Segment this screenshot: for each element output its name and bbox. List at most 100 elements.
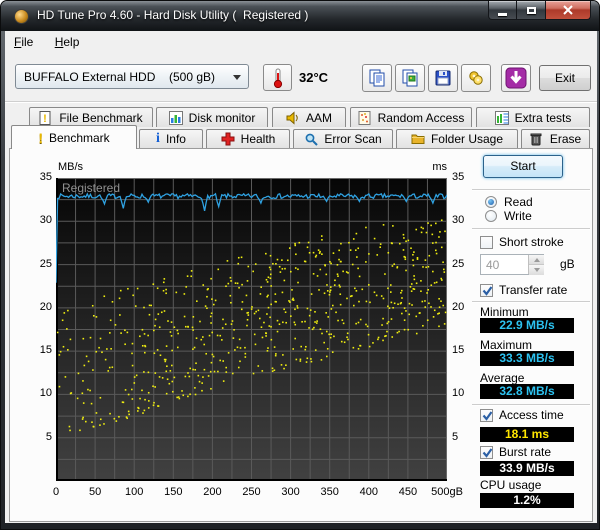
tab-label: Health	[241, 132, 276, 146]
save-button[interactable]	[428, 64, 458, 92]
y-tick-label: 30	[12, 214, 52, 226]
capacity-unit: gB	[560, 257, 575, 271]
toolbar-separator	[5, 101, 597, 103]
check-icon	[481, 409, 494, 422]
separator	[472, 301, 590, 303]
x-tick-label: 400	[347, 486, 391, 498]
read-label: Read	[504, 195, 533, 209]
copy-text-button[interactable]	[362, 64, 392, 92]
access-time-checkbox[interactable]	[480, 409, 493, 422]
tab-file-benchmark[interactable]: ! File Benchmark	[29, 107, 153, 127]
tab-benchmark[interactable]: ! Benchmark	[11, 125, 137, 149]
y-tick-label: 5	[12, 431, 52, 443]
x-tick-label: 300	[269, 486, 313, 498]
separator	[472, 228, 590, 230]
y-tick-label: 35	[12, 171, 52, 183]
y-tick-label: 10	[12, 387, 52, 399]
window-title: HD Tune Pro 4.60 - Hard Disk Utility ( R…	[37, 8, 308, 22]
access-time-value: 18.1 ms	[480, 427, 574, 442]
tab-erase[interactable]: Erase	[521, 129, 590, 148]
check-icon	[481, 284, 494, 297]
maximum-value: 33.3 MB/s	[480, 351, 574, 366]
y-right-axis-title: ms	[407, 161, 447, 173]
tab-label: Info	[166, 132, 186, 146]
menu-file[interactable]: File	[5, 31, 42, 53]
exit-button[interactable]: Exit	[539, 65, 591, 91]
tab-extra-tests[interactable]: Extra tests	[476, 107, 590, 127]
close-icon	[563, 5, 573, 15]
x-tick-label: 200	[190, 486, 234, 498]
benchmark-icon: !	[38, 131, 43, 145]
trash-icon	[530, 132, 544, 146]
menu-help[interactable]: Help	[46, 31, 89, 53]
tab-folder-usage[interactable]: Folder Usage	[396, 129, 518, 148]
x-tick-label: 500gB	[425, 486, 469, 498]
tab-health[interactable]: Health	[206, 129, 290, 148]
menu-bar: File Help	[5, 31, 597, 55]
access-time-label: Access time	[499, 408, 564, 422]
average-value: 32.8 MB/s	[480, 384, 574, 399]
benchmark-page: MB/s ms Registered 5101520253035 5101520…	[9, 148, 593, 522]
spin-down-icon[interactable]	[529, 265, 544, 275]
chevron-down-icon	[233, 75, 241, 80]
tab-label: Disk monitor	[189, 111, 256, 125]
benchmark-chart	[56, 178, 447, 481]
temperature-button[interactable]	[263, 64, 292, 91]
close-button[interactable]	[546, 1, 591, 20]
tab-label: Erase	[550, 132, 581, 146]
thermometer-icon	[272, 68, 284, 88]
transfer-rate-checkbox[interactable]	[480, 284, 493, 297]
tab-aam[interactable]: AAM	[272, 107, 346, 127]
maximize-icon	[527, 7, 536, 14]
tab-info[interactable]: i Info	[139, 129, 203, 148]
y-tick-label: 20	[12, 301, 52, 313]
read-radio[interactable]	[485, 196, 497, 208]
burst-rate-checkbox[interactable]	[480, 446, 493, 459]
cpu-usage-label: CPU usage	[480, 478, 541, 492]
tab-disk-monitor[interactable]: Disk monitor	[156, 107, 268, 127]
download-icon	[505, 67, 527, 89]
tab-label: Error Scan	[324, 132, 381, 146]
app-icon	[14, 9, 29, 24]
short-stroke-checkbox[interactable]	[480, 236, 493, 249]
drive-selector[interactable]: BUFFALO External HDD (500 gB)	[15, 64, 249, 89]
save-icon	[434, 69, 452, 87]
tab-error-scan[interactable]: Error Scan	[293, 129, 393, 148]
extra-tests-icon	[495, 111, 509, 125]
burst-rate-label: Burst rate	[499, 445, 551, 459]
tab-label: AAM	[306, 111, 332, 125]
y-tick-label: 15	[12, 344, 52, 356]
svg-text:!: !	[43, 113, 47, 125]
magnifier-icon	[304, 132, 318, 146]
start-button[interactable]: Start	[483, 155, 563, 178]
info-icon: i	[156, 132, 160, 146]
x-tick-label: 350	[308, 486, 352, 498]
title-bar[interactable]: HD Tune Pro 4.60 - Hard Disk Utility ( R…	[1, 1, 599, 31]
minimum-value: 22.9 MB/s	[480, 318, 574, 333]
tab-label: Extra tests	[515, 111, 572, 125]
x-tick-label: 0	[34, 486, 78, 498]
disk-monitor-icon	[169, 111, 183, 125]
capacity-spinner[interactable]: 40	[480, 254, 544, 275]
tab-random-access[interactable]: Random Access	[350, 107, 472, 127]
tab-label: Random Access	[378, 111, 465, 125]
separator	[472, 189, 590, 191]
spin-up-icon[interactable]	[529, 255, 544, 265]
write-radio[interactable]	[485, 210, 497, 222]
temperature-value: 32°C	[299, 70, 328, 85]
random-access-icon	[358, 111, 372, 125]
short-stroke-label: Short stroke	[499, 235, 564, 249]
y-left-axis-title: MB/s	[58, 161, 83, 173]
download-button[interactable]	[501, 64, 531, 92]
options-button[interactable]	[461, 64, 491, 92]
cpu-usage-value: 1.2%	[480, 493, 574, 508]
speaker-icon	[286, 111, 300, 125]
maximize-button[interactable]	[517, 1, 546, 20]
app-window: HD Tune Pro 4.60 - Hard Disk Utility ( R…	[0, 0, 600, 530]
file-benchmark-icon: !	[39, 111, 53, 125]
copy-image-button[interactable]	[395, 64, 425, 92]
x-tick-label: 50	[73, 486, 117, 498]
transfer-rate-label: Transfer rate	[499, 283, 567, 297]
copy-text-icon	[368, 69, 386, 87]
minimize-button[interactable]	[488, 1, 517, 20]
